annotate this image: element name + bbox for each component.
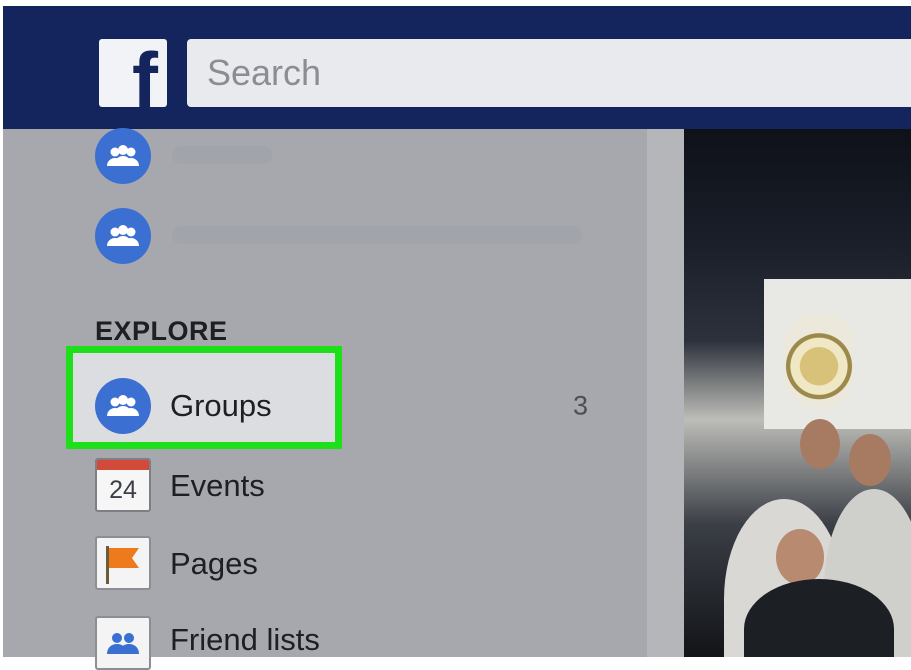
sidebar-item-label: Friend lists [170,622,320,657]
person-head [776,529,824,585]
friend-list-icon [95,616,151,670]
sidebar-item-label: Pages [170,546,258,581]
sidebar-item-label: Events [170,468,265,503]
group-shortcut-icon[interactable] [95,128,151,184]
group-shortcut-icon[interactable] [95,208,151,264]
club-crest-image [784,314,854,409]
top-navigation-bar: f [3,6,911,129]
flag-icon [95,536,151,590]
groups-count-badge: 3 [573,390,589,421]
search-input[interactable] [187,39,911,107]
facebook-logo-letter: f [132,39,158,107]
explore-section-title: EXPLORE [95,316,228,346]
people-icon [107,145,139,166]
player-head [800,419,840,469]
content-gutter [647,129,684,657]
sidebar-item-groups[interactable]: Groups 3 [95,376,615,436]
sidebar-item-events[interactable]: 24 Events [95,456,615,516]
feed-photo[interactable] [684,129,911,657]
player-head [849,434,891,486]
calendar-day: 24 [109,476,137,504]
sidebar-item-pages[interactable]: Pages [95,534,615,594]
groups-icon [95,378,151,434]
sidebar-item-label: Groups [170,388,272,423]
facebook-logo[interactable]: f [99,39,167,107]
calendar-icon: 24 [95,458,151,512]
blurred-shortcut-label[interactable] [172,146,272,164]
blurred-shortcut-label[interactable] [172,226,582,244]
people-icon [107,225,139,246]
sidebar-item-friend-lists[interactable]: Friend lists [95,610,615,670]
